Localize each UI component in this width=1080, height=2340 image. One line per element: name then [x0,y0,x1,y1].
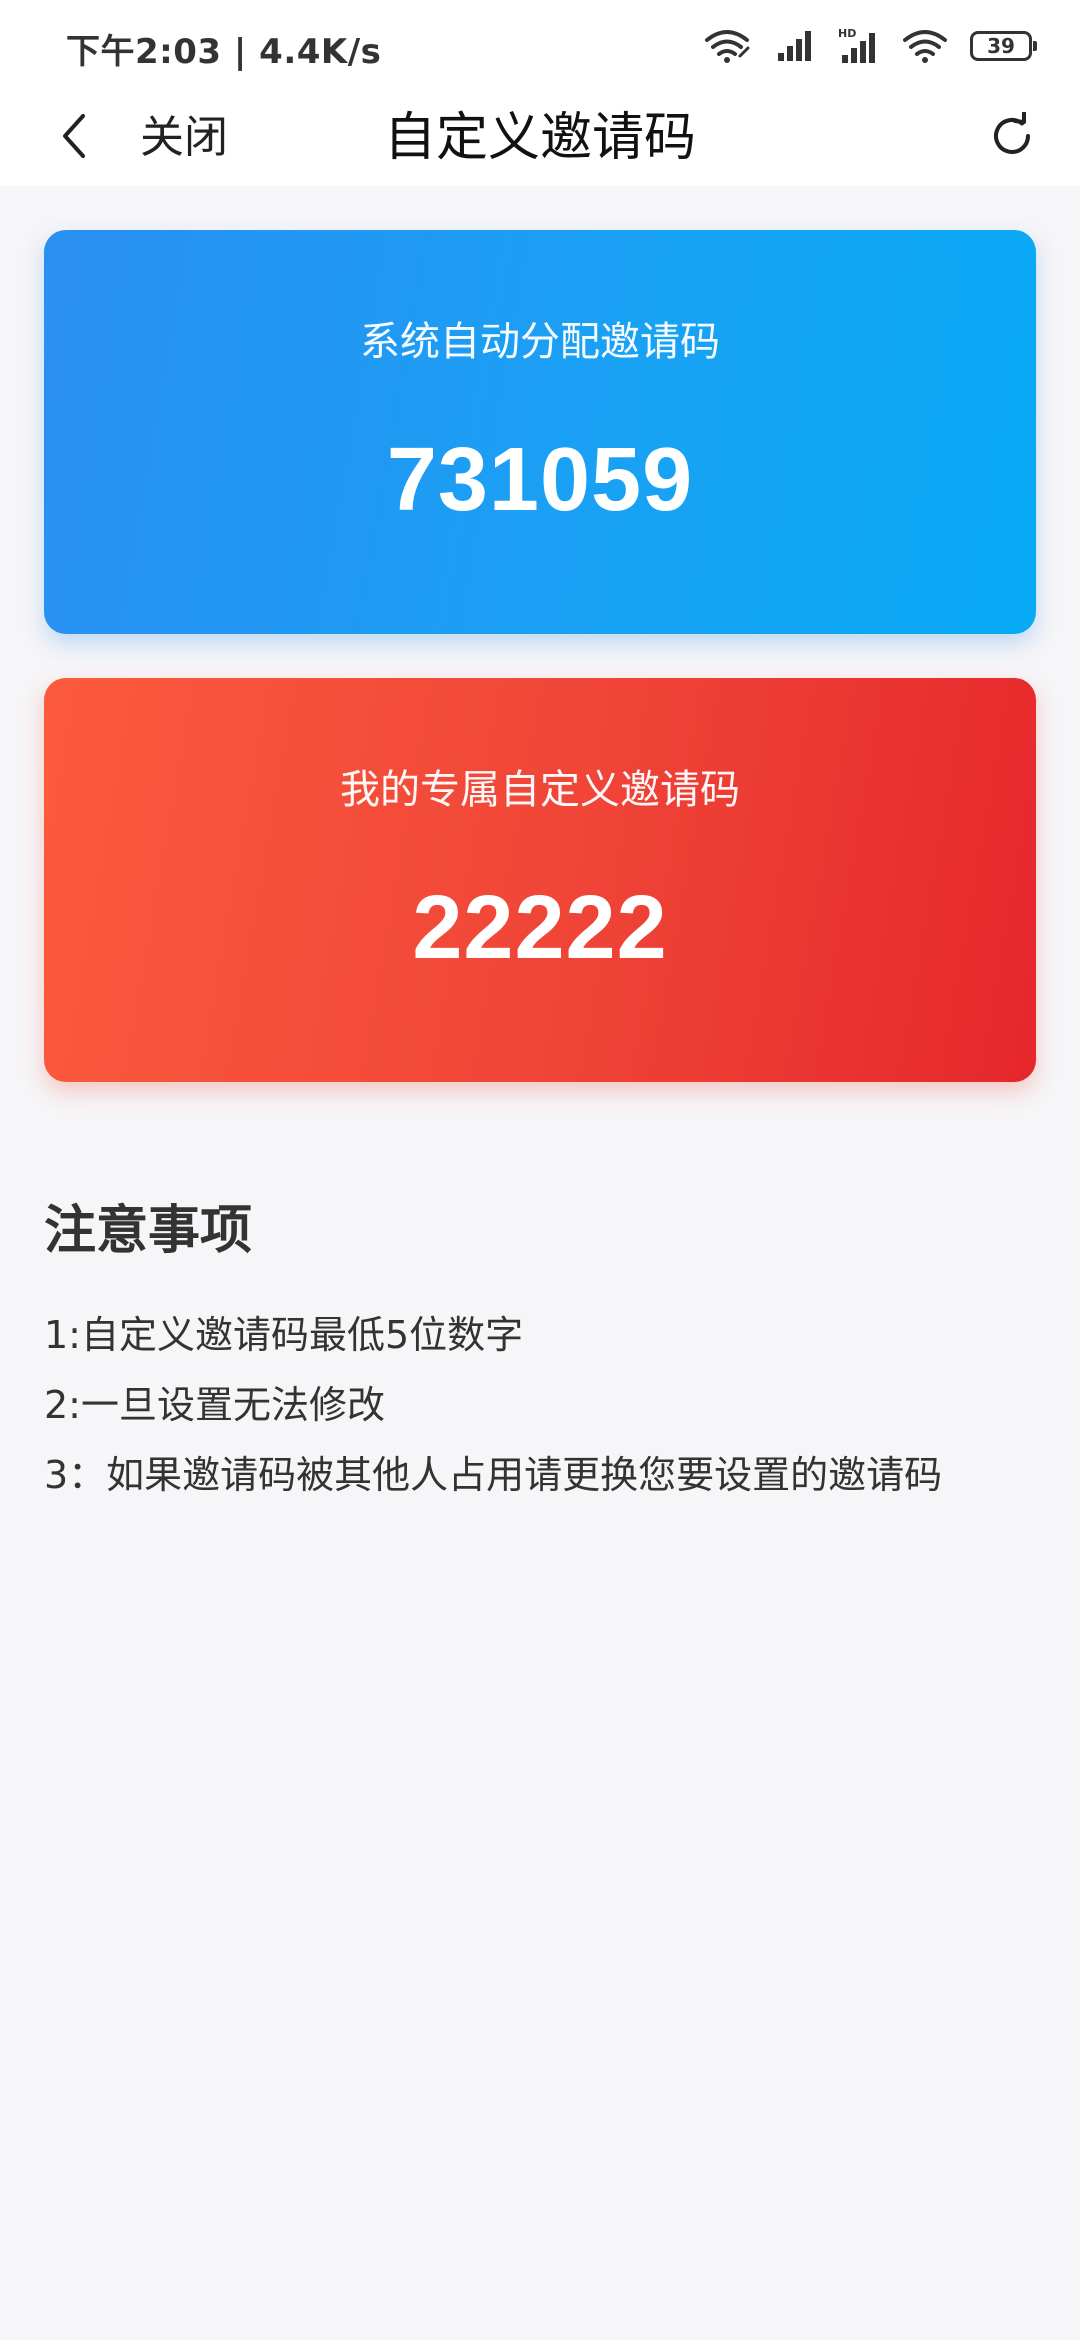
system-code-card: 系统自动分配邀请码 731059 [44,230,1036,634]
refresh-button[interactable] [978,104,1046,172]
signal-icon [776,29,816,63]
notes-list: 1:自定义邀请码最低5位数字 2:一旦设置无法修改 3：如果邀请码被其他人占用请… [44,1300,1044,1510]
status-bar: 下午2:03 | 4.4K/s HD 39 [0,0,1080,90]
wifi-icon [902,28,948,64]
nav-bar: 关闭 自定义邀请码 [0,90,1080,186]
status-icons: HD 39 [704,24,1037,68]
close-link[interactable]: 关闭 [140,104,228,172]
refresh-icon [988,111,1036,164]
notes-title: 注意事项 [44,1201,253,1261]
wifi-link-icon [704,28,754,64]
svg-text:HD: HD [838,27,856,40]
battery-level: 39 [987,34,1015,58]
note-item: 2:一旦设置无法修改 [44,1383,385,1427]
note-item: 1:自定义邀请码最低5位数字 [44,1313,524,1357]
system-code-label: 系统自动分配邀请码 [360,319,720,365]
signal-hd-icon: HD [838,27,880,65]
custom-code-card[interactable]: 我的专属自定义邀请码 22222 [44,678,1036,1082]
custom-code-label: 我的专属自定义邀请码 [340,767,740,813]
note-item: 3：如果邀请码被其他人占用请更换您要设置的邀请码 [44,1453,943,1497]
battery-icon: 39 [970,31,1037,61]
chevron-left-icon [59,112,89,164]
status-time: 下午2:03 | 4.4K/s [66,32,382,72]
system-code-value: 731059 [386,430,694,530]
custom-code-value: 22222 [412,878,668,978]
back-button[interactable] [44,104,104,172]
